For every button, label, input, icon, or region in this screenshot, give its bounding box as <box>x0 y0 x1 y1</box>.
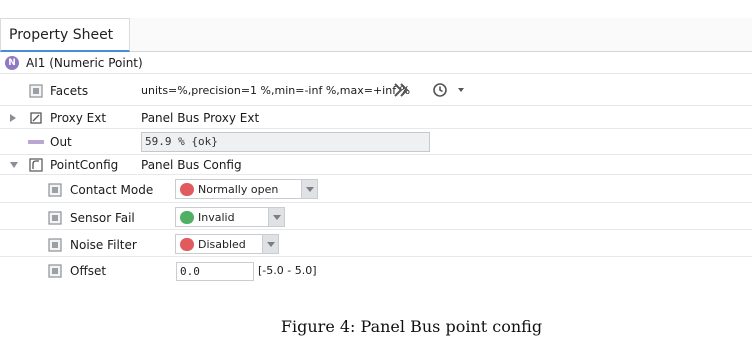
proxy-ext-label: Proxy Ext <box>50 111 107 125</box>
property-slot-icon <box>48 211 62 225</box>
dropdown-arrow-icon[interactable] <box>301 180 317 198</box>
status-dot-icon <box>180 238 194 251</box>
dropdown-arrow-icon[interactable] <box>268 208 284 226</box>
tab-property-sheet[interactable]: Property Sheet <box>0 18 130 52</box>
offset-label: Offset <box>70 264 107 278</box>
tab-bar: Property Sheet <box>0 18 752 52</box>
noise-filter-selected: Disabled <box>198 238 246 251</box>
point-config-value: Panel Bus Config <box>141 158 242 172</box>
contact-mode-row[interactable]: Contact Mode Normally open <box>0 176 752 203</box>
proxy-ext-icon <box>30 112 42 124</box>
noise-filter-label: Noise Filter <box>70 238 137 252</box>
sensor-fail-select[interactable]: Invalid <box>175 207 285 227</box>
offset-input[interactable]: 0.0 <box>176 262 254 281</box>
facets-label: Facets <box>50 84 89 98</box>
out-slot-icon <box>28 140 44 144</box>
offset-range: [-5.0 - 5.0] <box>258 264 317 277</box>
figure-caption: Figure 4: Panel Bus point config <box>280 317 543 336</box>
component-header[interactable]: N AI1 (Numeric Point) <box>0 53 752 74</box>
property-slot-icon <box>48 183 62 197</box>
proxy-ext-value: Panel Bus Proxy Ext <box>141 111 260 125</box>
dropdown-arrow-icon[interactable] <box>262 235 278 253</box>
clock-icon[interactable] <box>432 82 448 98</box>
sensor-fail-selected: Invalid <box>198 211 235 224</box>
collapse-arrow-icon[interactable] <box>10 162 18 168</box>
property-slot-icon <box>48 264 62 278</box>
point-config-row[interactable]: PointConfig Panel Bus Config <box>0 156 752 175</box>
component-title: AI1 (Numeric Point) <box>26 56 143 70</box>
property-sheet-panel: Property Sheet N AI1 (Numeric Point) Fac… <box>0 18 752 281</box>
property-slot-icon <box>29 84 43 98</box>
contact-mode-select[interactable]: Normally open <box>175 179 318 199</box>
facets-value: units=%,precision=1 %,min=-inf %,max=+in… <box>141 84 411 97</box>
chevron-down-icon[interactable] <box>458 88 464 93</box>
offset-row[interactable]: Offset 0.0 [-5.0 - 5.0] <box>0 258 752 284</box>
sensor-fail-row[interactable]: Sensor Fail Invalid <box>0 204 752 230</box>
tab-label: Property Sheet <box>9 27 114 43</box>
property-slot-icon <box>48 238 62 252</box>
sensor-fail-label: Sensor Fail <box>70 211 135 225</box>
contact-mode-selected: Normally open <box>198 183 279 196</box>
noise-filter-select[interactable]: Disabled <box>175 234 279 254</box>
out-label: Out <box>50 135 72 149</box>
contact-mode-label: Contact Mode <box>70 183 154 197</box>
proxy-ext-row[interactable]: Proxy Ext Panel Bus Proxy Ext <box>0 107 752 129</box>
double-chevron-right-icon[interactable] <box>392 81 410 99</box>
numeric-point-icon: N <box>5 56 19 70</box>
expand-arrow-icon[interactable] <box>10 114 16 122</box>
out-value-field: 59.9 % {ok} <box>141 132 430 152</box>
noise-filter-row[interactable]: Noise Filter Disabled <box>0 231 752 257</box>
facets-row[interactable]: Facets units=%,precision=1 %,min=-inf %,… <box>0 75 752 106</box>
point-config-icon <box>29 158 43 172</box>
status-dot-icon <box>180 183 194 196</box>
out-row[interactable]: Out 59.9 % {ok} <box>0 130 752 155</box>
status-dot-icon <box>180 211 194 224</box>
point-config-label: PointConfig <box>50 158 119 172</box>
